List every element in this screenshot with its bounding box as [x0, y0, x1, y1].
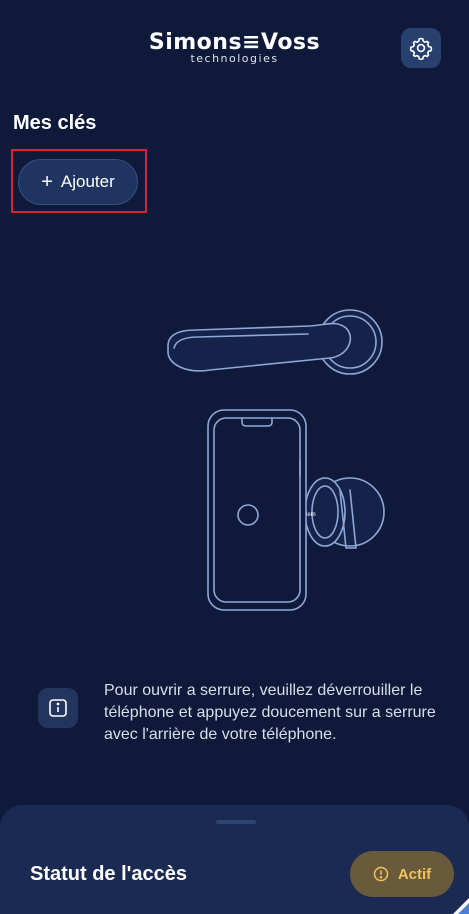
settings-button[interactable] [401, 28, 441, 68]
info-icon [38, 688, 78, 728]
info-hint: Pour ouvrir a serrure, veuillez déverrou… [36, 680, 466, 770]
corner-indicator-icon [453, 898, 469, 914]
add-key-button[interactable]: + Ajouter [18, 159, 138, 205]
page-title: Mes clés [13, 112, 97, 134]
status-badge-label: Actif [397, 865, 432, 883]
drag-handle[interactable] [216, 820, 256, 824]
simonsvoss-logo: Simons≡Voss technologies [0, 30, 469, 65]
add-key-label: Ajouter [60, 172, 115, 191]
app-header: Simons≡Voss technologies [0, 0, 469, 90]
info-text: Pour ouvrir a serrure, veuillez déverrou… [104, 682, 436, 743]
status-badge[interactable]: Actif [350, 851, 454, 897]
access-status-title: Statut de l'accès [30, 863, 188, 885]
brand-tagline: technologies [190, 52, 279, 65]
gear-icon [409, 37, 433, 60]
phone-door-handle-illustration: Elem [167, 309, 385, 611]
door-lever [167, 322, 352, 372]
access-status-panel[interactable]: Statut de l'accès Actif [0, 805, 469, 914]
alert-circle-icon [373, 866, 389, 882]
plus-icon: + [41, 170, 53, 193]
